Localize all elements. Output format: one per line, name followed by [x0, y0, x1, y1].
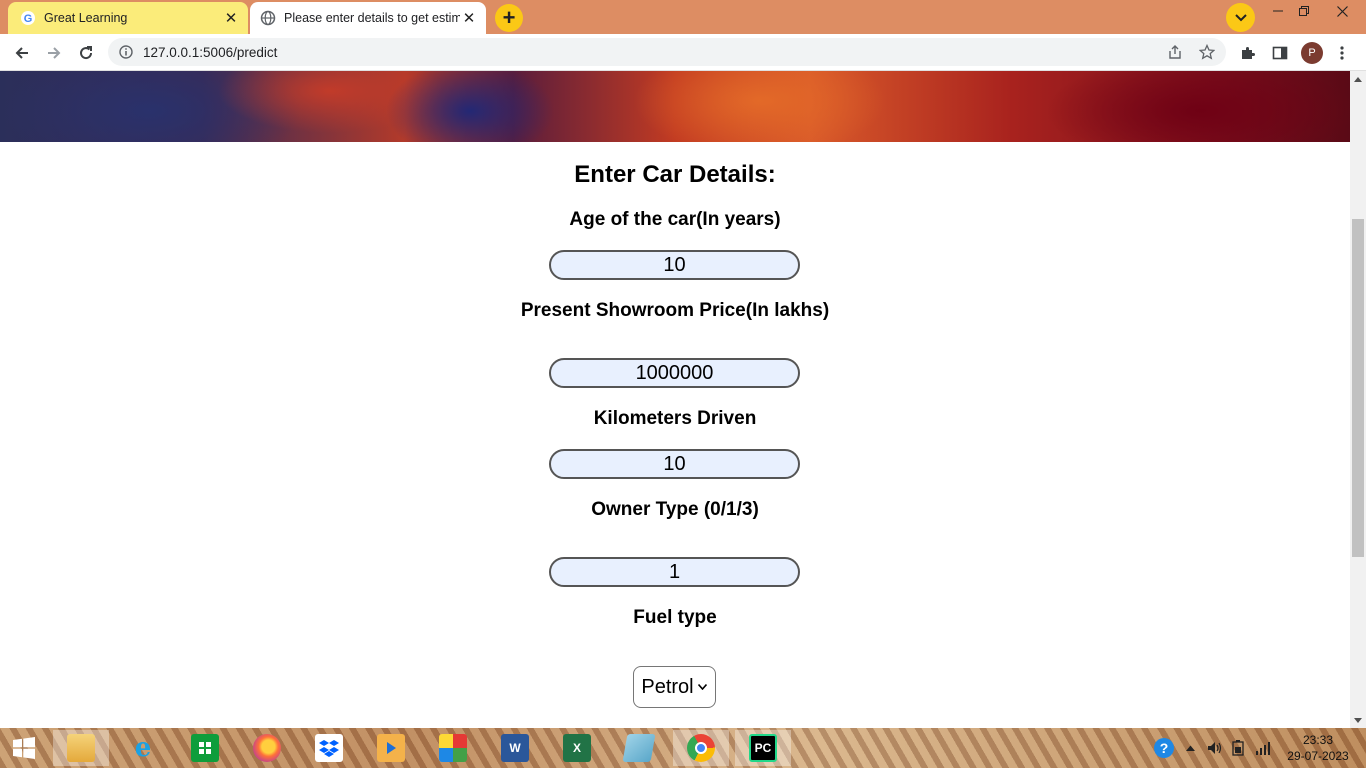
dropbox-icon: [315, 734, 343, 762]
kebab-menu-icon: [1340, 46, 1344, 60]
restore-button[interactable]: [1288, 0, 1320, 22]
forward-button[interactable]: [40, 39, 68, 67]
taskbar-internet-explorer[interactable]: e: [115, 730, 171, 766]
notepad-icon: [622, 734, 656, 762]
window-close-button[interactable]: [1326, 0, 1358, 22]
tray-chevron-up-icon[interactable]: [1182, 728, 1198, 768]
side-panel-icon: [1272, 46, 1288, 60]
fuel-type-select[interactable]: Petrol: [633, 666, 716, 708]
tab-predict[interactable]: Please enter details to get estima ✕: [250, 2, 486, 34]
scroll-down-arrow-icon[interactable]: [1350, 712, 1366, 728]
side-panel-button[interactable]: [1266, 39, 1294, 67]
svg-text:?: ?: [1160, 740, 1169, 756]
scrollbar-thumb[interactable]: [1352, 219, 1364, 557]
profile-avatar[interactable]: P: [1301, 42, 1323, 64]
windows-logo-icon: [13, 737, 35, 759]
paint-app-icon: [439, 734, 467, 762]
clock-time: 23:33: [1302, 733, 1334, 747]
windows-taskbar: e W X PC ? 23:33 29-07-2023: [0, 728, 1366, 768]
tab-title: Great Learning: [44, 11, 128, 25]
taskbar-firefox[interactable]: [239, 730, 295, 766]
taskbar-media-player[interactable]: [363, 730, 419, 766]
google-icon: G: [20, 10, 36, 26]
start-button[interactable]: [0, 730, 48, 766]
vertical-scrollbar[interactable]: [1350, 71, 1366, 728]
bookmark-star-icon[interactable]: [1194, 39, 1220, 65]
taskbar-excel[interactable]: X: [549, 730, 605, 766]
store-icon: [191, 734, 219, 762]
folder-icon: [67, 734, 95, 762]
present-price-input[interactable]: [549, 358, 800, 388]
taskbar-word[interactable]: W: [487, 730, 543, 766]
url-text[interactable]: 127.0.0.1:5006/predict: [143, 45, 1162, 60]
chevron-down-icon: [698, 682, 708, 692]
age-input[interactable]: [549, 250, 800, 280]
excel-icon: X: [563, 734, 591, 762]
tab-strip: G Great Learning ✕ Please enter details …: [0, 0, 1366, 34]
reload-icon: [80, 46, 93, 60]
globe-icon: [260, 10, 276, 26]
header-banner-image: [0, 71, 1350, 142]
taskbar-dropbox[interactable]: [301, 730, 357, 766]
taskbar-pycharm[interactable]: PC: [735, 730, 791, 766]
reload-button[interactable]: [72, 39, 100, 67]
age-label: Age of the car(In years): [569, 209, 781, 230]
tab-great-learning[interactable]: G Great Learning ✕: [8, 2, 248, 34]
page-viewport: Enter Car Details: Age of the car(In yea…: [0, 71, 1350, 728]
taskbar-store[interactable]: [177, 730, 233, 766]
chevron-down-icon: [1234, 13, 1247, 21]
battery-icon[interactable]: [1228, 728, 1248, 768]
share-icon[interactable]: [1162, 39, 1188, 65]
help-icon[interactable]: ?: [1152, 728, 1176, 768]
price-label: Present Showroom Price(In lakhs): [520, 300, 830, 321]
site-info-icon[interactable]: [118, 44, 134, 60]
tab-search-button[interactable]: [1226, 3, 1255, 32]
arrow-left-icon: [15, 47, 28, 59]
pycharm-icon: PC: [749, 734, 777, 762]
chrome-menu-button[interactable]: [1328, 39, 1356, 67]
fuel-label: Fuel type: [633, 607, 717, 628]
new-tab-button[interactable]: +: [495, 4, 523, 32]
taskbar-chrome[interactable]: [673, 730, 729, 766]
restore-icon: [1299, 6, 1309, 16]
taskbar-clock[interactable]: 23:33 29-07-2023: [1282, 732, 1354, 764]
volume-icon[interactable]: [1205, 728, 1225, 768]
chrome-icon: [687, 734, 715, 762]
extensions-button[interactable]: [1234, 39, 1262, 67]
address-bar[interactable]: 127.0.0.1:5006/predict: [108, 38, 1226, 66]
arrow-right-icon: [48, 47, 61, 59]
owner-type-input[interactable]: [549, 557, 800, 587]
close-tab-icon[interactable]: ✕: [222, 9, 240, 27]
minimize-icon: [1273, 10, 1283, 12]
puzzle-icon: [1242, 47, 1255, 59]
clock-date: 29-07-2023: [1287, 749, 1349, 763]
close-tab-icon[interactable]: ✕: [460, 9, 478, 27]
back-button[interactable]: [8, 39, 36, 67]
kms-driven-input[interactable]: [549, 449, 800, 479]
word-icon: W: [501, 734, 529, 762]
internet-explorer-icon: e: [134, 733, 152, 763]
browser-toolbar: 127.0.0.1:5006/predict P: [0, 34, 1366, 71]
fuel-selected-value: Petrol: [641, 675, 694, 698]
owner-label: Owner Type (0/1/3): [591, 499, 759, 520]
svg-text:G: G: [24, 13, 33, 25]
close-icon: [1336, 5, 1348, 17]
taskbar-paint-app[interactable]: [425, 730, 481, 766]
tab-title: Please enter details to get estima: [284, 11, 460, 25]
form-heading: Enter Car Details:: [574, 161, 776, 188]
taskbar-notepad[interactable]: [611, 730, 667, 766]
media-player-icon: [377, 734, 405, 762]
network-signal-icon[interactable]: [1253, 728, 1273, 768]
firefox-icon: [253, 734, 281, 762]
scroll-up-arrow-icon[interactable]: [1350, 71, 1366, 87]
kms-label: Kilometers Driven: [593, 408, 757, 429]
taskbar-file-explorer[interactable]: [53, 730, 109, 766]
